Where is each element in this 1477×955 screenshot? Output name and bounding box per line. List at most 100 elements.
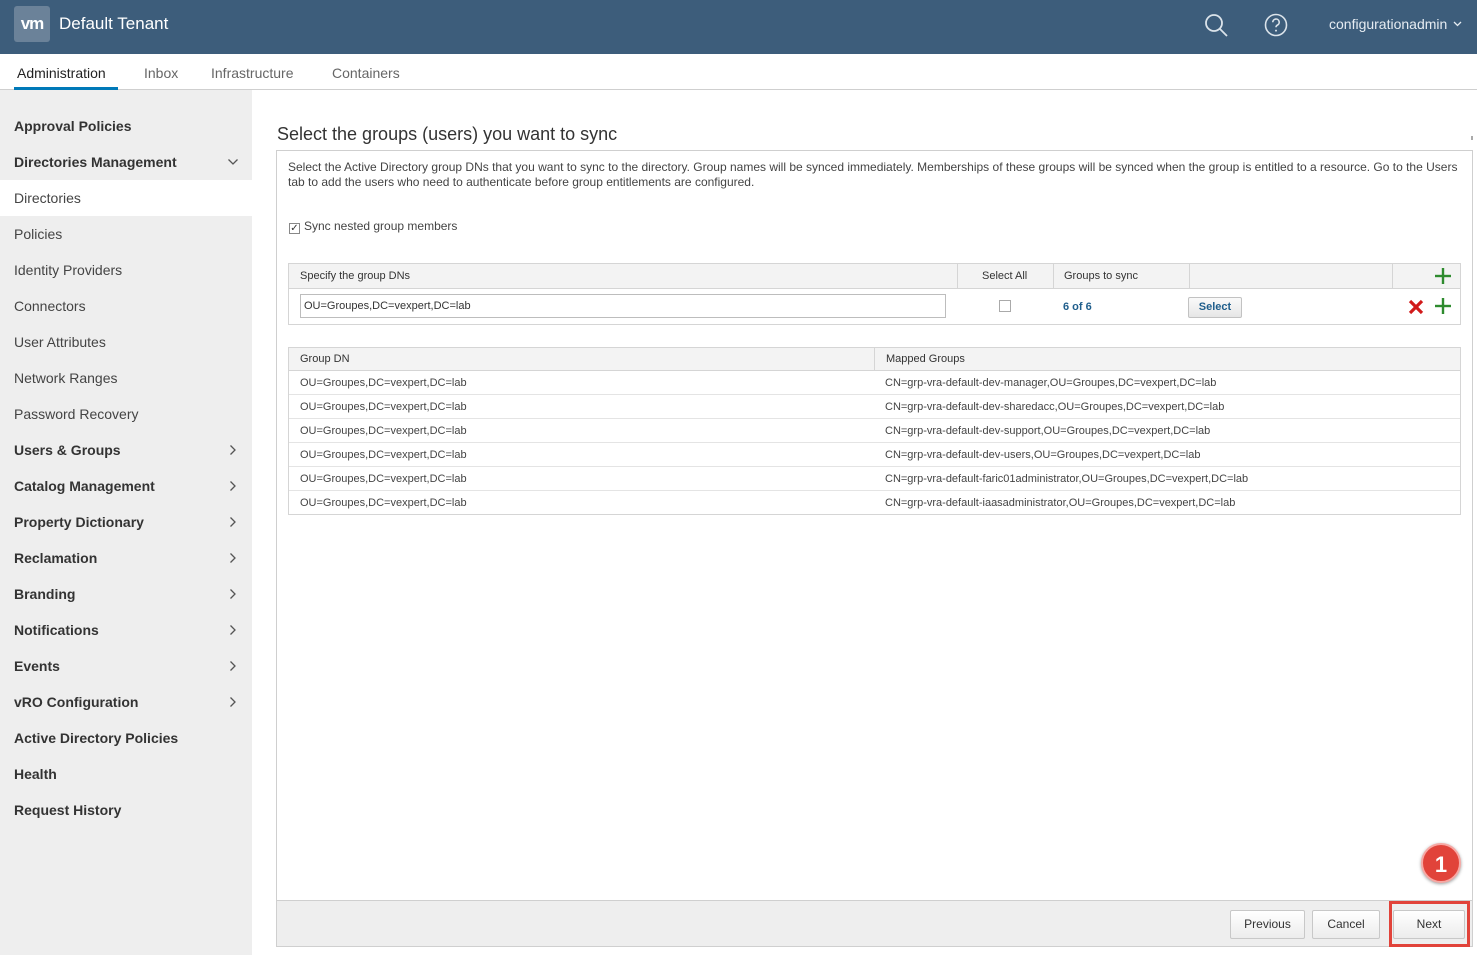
sidebar-item-reclamation[interactable]: Reclamation xyxy=(0,540,252,576)
sync-nested-row[interactable]: ✓ Sync nested group members xyxy=(289,219,457,234)
sidebar-item-label: Branding xyxy=(14,586,76,602)
page-title: Select the groups (users) you want to sy… xyxy=(277,124,618,144)
sidebar-item-label: Events xyxy=(14,658,60,674)
chevron-right-icon xyxy=(230,661,236,671)
app-header: vm Default Tenant configurationadmin xyxy=(0,0,1477,54)
previous-button[interactable]: Previous xyxy=(1230,910,1305,939)
chevron-down-icon xyxy=(1453,21,1462,27)
cancel-button[interactable]: Cancel xyxy=(1312,910,1380,939)
col-mapped-groups: Mapped Groups xyxy=(886,353,965,365)
group-dn-table-header: Specify the group DNs Select All Groups … xyxy=(289,264,1460,289)
sidebar-item-network-ranges[interactable]: Network Ranges xyxy=(0,360,252,396)
sidebar-item-label: Directories Management xyxy=(14,154,177,170)
chevron-right-icon xyxy=(230,553,236,563)
chevron-right-icon xyxy=(230,697,236,707)
sidebar-item-label: Health xyxy=(14,766,57,782)
sidebar-item-label: Property Dictionary xyxy=(14,514,144,530)
column-divider xyxy=(1189,264,1190,289)
select-all-checkbox[interactable] xyxy=(999,300,1011,312)
row-group-dn: OU=Groupes,DC=vexpert,DC=lab xyxy=(300,473,467,485)
sync-nested-label: Sync nested group members xyxy=(304,219,458,233)
sidebar-item-label: Connectors xyxy=(14,298,86,314)
sidebar-item-label: Request History xyxy=(14,802,122,818)
row-mapped-group: CN=grp-vra-default-iaasadministrator,OU=… xyxy=(885,497,1236,509)
sidebar-item-events[interactable]: Events xyxy=(0,648,252,684)
group-dn-input[interactable] xyxy=(300,294,946,318)
sidebar-item-label: Notifications xyxy=(14,622,99,638)
column-divider xyxy=(1392,264,1393,289)
sidebar-item-request-history[interactable]: Request History xyxy=(0,792,252,828)
col-specify-dns: Specify the group DNs xyxy=(300,270,411,282)
next-highlight-box xyxy=(1389,901,1470,947)
step-badge: 1 xyxy=(1421,843,1461,883)
row-group-dn: OU=Groupes,DC=vexpert,DC=lab xyxy=(300,449,467,461)
row-group-dn: OU=Groupes,DC=vexpert,DC=lab xyxy=(300,425,467,437)
sidebar-item-identity-providers[interactable]: Identity Providers xyxy=(0,252,252,288)
sidebar-item-user-attributes[interactable]: User Attributes xyxy=(0,324,252,360)
user-name: configurationadmin xyxy=(1329,16,1448,32)
sidebar-item-label: Approval Policies xyxy=(14,118,132,134)
sidebar-item-label: vRO Configuration xyxy=(14,694,139,710)
sidebar-item-label: Password Recovery xyxy=(14,406,139,422)
col-groups-to-sync: Groups to sync xyxy=(1064,270,1138,282)
sidebar-item-vro-configuration[interactable]: vRO Configuration xyxy=(0,684,252,720)
user-menu[interactable]: configurationadmin xyxy=(1329,16,1462,32)
row-group-dn: OU=Groupes,DC=vexpert,DC=lab xyxy=(300,497,467,509)
table-row: OU=Groupes,DC=vexpert,DC=lab CN=grp-vra-… xyxy=(289,371,1460,395)
help-icon[interactable] xyxy=(1263,12,1289,38)
chevron-right-icon xyxy=(230,481,236,491)
sidebar-item-active-directory-policies[interactable]: Active Directory Policies xyxy=(0,720,252,756)
chevron-right-icon xyxy=(230,517,236,527)
sidebar-item-label: Policies xyxy=(14,226,63,242)
add-dn-icon[interactable] xyxy=(1434,297,1452,315)
sidebar-item-label: Network Ranges xyxy=(14,370,118,386)
sidebar-item-branding[interactable]: Branding xyxy=(0,576,252,612)
table-row: OU=Groupes,DC=vexpert,DC=lab CN=grp-vra-… xyxy=(289,491,1460,515)
col-select-all: Select All xyxy=(982,270,1028,282)
sidebar-item-directories-management[interactable]: Directories Management xyxy=(0,144,252,180)
chevron-down-icon xyxy=(228,159,238,165)
sidebar-item-approval-policies[interactable]: Approval Policies xyxy=(0,108,252,144)
select-groups-button[interactable]: Select xyxy=(1188,297,1242,318)
sidebar-item-label: Directories xyxy=(14,190,81,206)
sidebar-item-catalog-management[interactable]: Catalog Management xyxy=(0,468,252,504)
sidebar-item-label: Catalog Management xyxy=(14,478,155,494)
tab-administration[interactable]: Administration xyxy=(17,65,106,81)
sidebar-item-connectors[interactable]: Connectors xyxy=(0,288,252,324)
row-mapped-group: CN=grp-vra-default-dev-sharedacc,OU=Grou… xyxy=(885,401,1225,413)
groups-to-sync-count[interactable]: 6 of 6 xyxy=(1063,301,1092,313)
sidebar-item-health[interactable]: Health xyxy=(0,756,252,792)
column-divider xyxy=(957,264,958,289)
chevron-right-icon xyxy=(230,625,236,635)
col-group-dn: Group DN xyxy=(300,353,350,365)
sidebar-item-label: Reclamation xyxy=(14,550,98,566)
sidebar-item-directories[interactable]: Directories xyxy=(0,180,252,216)
sidebar-item-property-dictionary[interactable]: Property Dictionary xyxy=(0,504,252,540)
sidebar-item-label: User Attributes xyxy=(14,334,106,350)
sidebar-item-label: Active Directory Policies xyxy=(14,730,179,746)
row-mapped-group: CN=grp-vra-default-faric01administrator,… xyxy=(885,473,1249,485)
sidebar-item-policies[interactable]: Policies xyxy=(0,216,252,252)
remove-dn-icon[interactable] xyxy=(1407,298,1425,316)
vmware-logo[interactable]: vm xyxy=(14,6,50,42)
row-group-dn: OU=Groupes,DC=vexpert,DC=lab xyxy=(300,401,467,413)
search-icon[interactable] xyxy=(1203,12,1229,38)
mapped-groups-table: Group DN Mapped Groups OU=Groupes,DC=vex… xyxy=(288,347,1461,515)
sidebar-item-notifications[interactable]: Notifications xyxy=(0,612,252,648)
table-row: OU=Groupes,DC=vexpert,DC=lab CN=grp-vra-… xyxy=(289,395,1460,419)
sync-nested-checkbox[interactable]: ✓ xyxy=(289,223,300,234)
column-divider xyxy=(1053,264,1054,289)
column-divider xyxy=(874,348,875,371)
tab-infrastructure[interactable]: Infrastructure xyxy=(211,65,293,81)
sidebar-item-users-groups[interactable]: Users & Groups xyxy=(0,432,252,468)
sidebar-item-label: Identity Providers xyxy=(14,262,123,278)
tab-inbox[interactable]: Inbox xyxy=(144,65,178,81)
sidebar-item-password-recovery[interactable]: Password Recovery xyxy=(0,396,252,432)
table-row: OU=Groupes,DC=vexpert,DC=lab CN=grp-vra-… xyxy=(289,467,1460,491)
row-mapped-group: CN=grp-vra-default-dev-manager,OU=Groupe… xyxy=(885,377,1217,389)
row-mapped-group: CN=grp-vra-default-dev-users,OU=Groupes,… xyxy=(885,449,1201,461)
sidebar-item-label: Users & Groups xyxy=(14,442,121,458)
tab-containers[interactable]: Containers xyxy=(332,65,400,81)
add-dn-header-icon[interactable] xyxy=(1434,267,1452,285)
table-row: OU=Groupes,DC=vexpert,DC=lab CN=grp-vra-… xyxy=(289,419,1460,443)
